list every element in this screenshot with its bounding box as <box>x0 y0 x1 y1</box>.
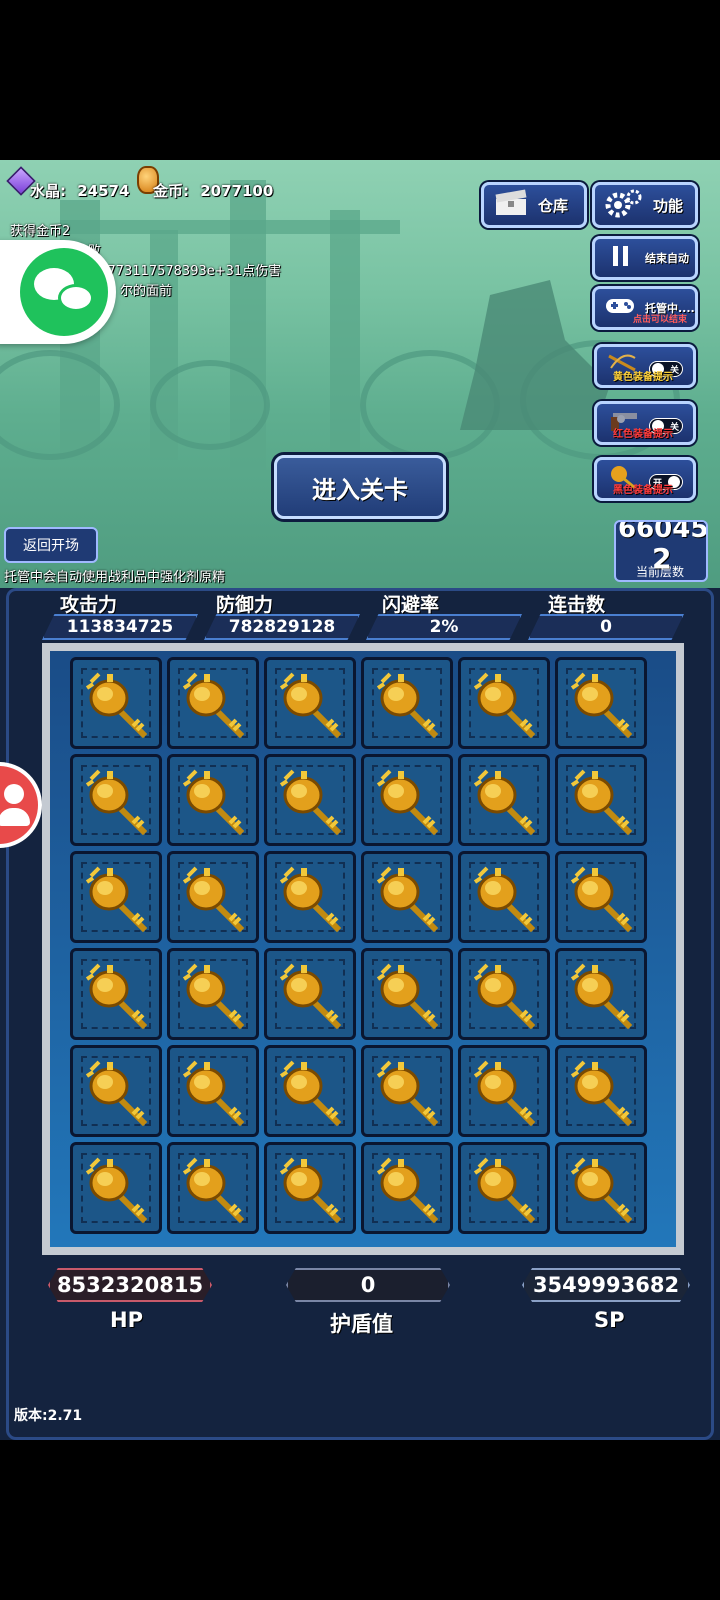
inventory-slot[interactable] <box>555 948 647 1040</box>
floor-caption: 当前层数 <box>636 565 685 579</box>
chest-icon <box>494 189 528 221</box>
enter-stage-button[interactable]: 进入关卡 <box>274 455 446 519</box>
dodge-label: 闪避率 <box>382 594 440 616</box>
inventory-slot[interactable] <box>458 948 550 1040</box>
inventory-slot[interactable] <box>264 754 356 846</box>
shield-value: 0 <box>286 1268 450 1302</box>
gamepad-icon <box>605 296 635 320</box>
yellow-equip-label: 黄色装备提示 <box>613 372 673 383</box>
inventory-slot[interactable] <box>264 657 356 749</box>
pause-icon <box>611 244 631 272</box>
inventory-slot[interactable] <box>167 657 259 749</box>
defense-value: 782829128 <box>204 614 360 640</box>
inventory-slot[interactable] <box>167 851 259 943</box>
warehouse-button[interactable]: 仓库 <box>481 182 587 228</box>
game-screen: 水晶: 24574 金币: 2077100 获得金币2 你你的攻击失败 对你造成… <box>0 0 720 1600</box>
crystal-value: 24574 <box>77 182 130 200</box>
defense-label: 防御力 <box>216 594 274 616</box>
inventory-slot[interactable] <box>555 1142 647 1234</box>
inventory-slot[interactable] <box>458 1142 550 1234</box>
inventory-slot[interactable] <box>70 754 162 846</box>
hp-label: HP <box>110 1308 143 1332</box>
inventory-slot[interactable] <box>361 851 453 943</box>
inventory-slot[interactable] <box>264 851 356 943</box>
inventory-slot[interactable] <box>70 948 162 1040</box>
inventory-grid <box>50 651 676 1247</box>
inventory-slot[interactable] <box>361 657 453 749</box>
inventory-slot[interactable] <box>264 1045 356 1137</box>
end-auto-button[interactable]: 结束自动 <box>592 236 698 280</box>
wechat-icon <box>20 248 108 336</box>
attack-value: 113834725 <box>42 614 198 640</box>
functions-label: 功能 <box>653 196 684 215</box>
sp-label: SP <box>594 1308 625 1332</box>
dodge-value: 2% <box>366 614 522 640</box>
yellow-equip-toggle[interactable]: 关 黄色装备提示 <box>594 344 696 388</box>
auto-hint-text: 托管中会自动使用战利品中强化剂原精 <box>4 570 226 585</box>
hp-value: 8532320815 <box>48 1268 212 1302</box>
floor-big-number: 66045 <box>618 520 708 544</box>
inventory-slot[interactable] <box>167 948 259 1040</box>
sp-value: 3549993682 <box>522 1268 690 1302</box>
gold-value: 2077100 <box>200 182 274 200</box>
inventory-slot[interactable] <box>555 657 647 749</box>
inventory-slot[interactable] <box>361 948 453 1040</box>
inventory-slot[interactable] <box>361 1142 453 1234</box>
inventory-slot[interactable] <box>555 1045 647 1137</box>
inventory-slot[interactable] <box>555 754 647 846</box>
user-icon <box>4 784 24 804</box>
managed-sub-label: 点击可以结束 <box>632 315 687 325</box>
inventory-slot[interactable] <box>458 851 550 943</box>
inventory-slot[interactable] <box>167 754 259 846</box>
inventory-slot[interactable] <box>70 657 162 749</box>
inventory-slot[interactable] <box>264 948 356 1040</box>
gold-label: 金币: <box>153 182 189 200</box>
inventory-slot[interactable] <box>167 1142 259 1234</box>
version-text: 版本:2.71 <box>14 1408 83 1424</box>
combo-label: 连击数 <box>548 594 606 616</box>
inventory-slot[interactable] <box>361 754 453 846</box>
log-line: 尔的面前 <box>120 284 173 299</box>
managed-button[interactable]: 托管中.... 点击可以结束 <box>592 286 698 330</box>
log-line: 获得金币2 <box>10 224 71 239</box>
shield-label: 护盾值 <box>330 1312 393 1336</box>
back-to-start-button[interactable]: 返回开场 <box>4 527 98 563</box>
inventory-slot[interactable] <box>458 657 550 749</box>
inventory-slot[interactable] <box>264 1142 356 1234</box>
inventory-slot[interactable] <box>70 1142 162 1234</box>
inventory-slot[interactable] <box>458 1045 550 1137</box>
end-auto-label: 结束自动 <box>645 252 689 265</box>
crystal-label: 水晶: <box>30 182 66 200</box>
red-equip-label: 红色装备提示 <box>613 429 673 440</box>
combo-value: 0 <box>528 614 684 640</box>
red-equip-toggle[interactable]: 关 红色装备提示 <box>594 401 696 445</box>
attack-label: 攻击力 <box>60 594 118 616</box>
inventory-slot[interactable] <box>555 851 647 943</box>
current-floor-panel: 66045 2 当前层数 <box>614 520 708 582</box>
inventory-slot[interactable] <box>458 754 550 846</box>
gear-icon <box>605 188 643 222</box>
black-equip-toggle[interactable]: 开 黑色装备提示 <box>594 457 696 501</box>
inventory-slot[interactable] <box>70 851 162 943</box>
inventory-slot[interactable] <box>361 1045 453 1137</box>
warehouse-label: 仓库 <box>538 196 569 215</box>
black-equip-label: 黑色装备提示 <box>613 485 673 496</box>
inventory-slot[interactable] <box>70 1045 162 1137</box>
inventory-slot[interactable] <box>167 1045 259 1137</box>
wechat-float-button[interactable] <box>0 240 116 344</box>
inventory-grid-frame <box>42 643 684 1255</box>
functions-button[interactable]: 功能 <box>592 182 698 228</box>
